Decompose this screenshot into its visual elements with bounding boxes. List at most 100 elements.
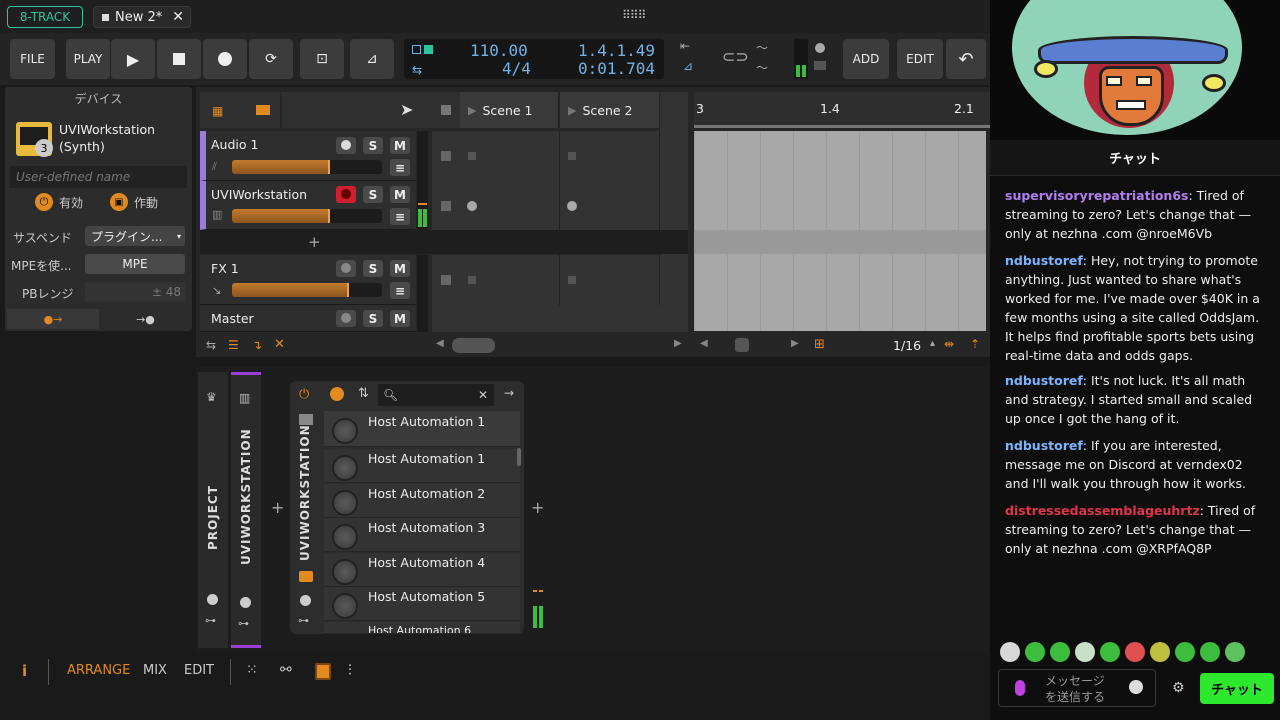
mpe-button[interactable]: MPE <box>85 254 185 274</box>
arranger-panel-icon[interactable]: ⁙ <box>246 662 258 678</box>
routing-icon[interactable]: ⊶ <box>205 614 216 627</box>
edit-button[interactable]: EDIT <box>897 39 943 79</box>
mute-button[interactable]: M <box>390 186 410 203</box>
automation-write-button[interactable]: ⟳ <box>249 39 293 79</box>
input-routing-button[interactable]: ●→ <box>7 309 99 329</box>
clip-slot[interactable] <box>460 181 560 230</box>
routing-icon[interactable]: ⊶ <box>238 617 249 630</box>
close-icon[interactable]: ✕ <box>274 337 285 352</box>
parameter-host-automation-4[interactable]: Host Automation 4 <box>324 553 520 587</box>
solo-button[interactable]: S <box>363 186 383 203</box>
modulation-icon[interactable]: ⚯ <box>280 662 292 678</box>
track-volume-slider[interactable] <box>232 209 382 223</box>
microphone-icon[interactable] <box>1015 680 1025 696</box>
mute-button[interactable]: M <box>390 260 410 277</box>
pb-range-field[interactable]: ± 48 <box>85 282 185 302</box>
chat-username[interactable]: distressedassemblageuhrtz <box>1005 503 1200 518</box>
track-volume-slider[interactable] <box>232 283 382 297</box>
user-defined-name-input[interactable] <box>10 166 187 188</box>
stop-all-clips[interactable] <box>432 92 460 128</box>
solo-button[interactable]: S <box>363 260 383 277</box>
mixer-icon[interactable]: ⫶ <box>348 661 352 679</box>
parameter-knob[interactable] <box>332 524 358 550</box>
grid-resolution[interactable]: 1/16 <box>893 338 921 353</box>
timeline-scroll-right-icon[interactable]: ▶ <box>791 338 799 349</box>
launch-button[interactable]: ⊿ <box>350 39 394 79</box>
emote-icon[interactable] <box>1225 642 1245 662</box>
play-menu-button[interactable]: PLAY <box>66 39 110 79</box>
emote-icon[interactable] <box>1125 642 1145 662</box>
track-fx-1[interactable]: FX 1 S M ↘ ≡ <box>200 255 416 305</box>
tempo-value[interactable]: 110.00 <box>470 41 528 60</box>
emote-icon[interactable] <box>1200 642 1220 662</box>
parameter-scrollbar[interactable] <box>517 448 521 466</box>
expand-arrow-icon[interactable]: → <box>504 386 514 400</box>
emote-icon[interactable] <box>1050 642 1070 662</box>
mix-tab[interactable]: MIX <box>143 663 167 678</box>
gear-icon[interactable]: ⚙ <box>1172 680 1185 696</box>
timeline-ruler[interactable]: 3 1.4 2.1 <box>694 92 990 128</box>
remote-controls-icon[interactable]: ⇅ <box>358 386 369 401</box>
monitor-button[interactable] <box>336 310 356 327</box>
chat-username[interactable]: supervisoryrepatriation6s <box>1005 188 1188 203</box>
emote-icon[interactable] <box>1025 642 1045 662</box>
solo-button[interactable]: S <box>363 137 383 154</box>
chat-username[interactable]: ndbustoref <box>1005 253 1083 268</box>
project-strip[interactable]: ♛ PROJECT ⊶ <box>198 372 228 648</box>
suspend-dropdown[interactable]: プラグイン... ▾ <box>85 226 185 246</box>
mute-button[interactable]: M <box>390 310 410 327</box>
scene-2-header[interactable]: ▶ Scene 2 <box>560 92 659 128</box>
emote-icon[interactable] <box>1175 642 1195 662</box>
time-value[interactable]: 0:01.704 <box>578 59 655 78</box>
parameter-host-automation-2[interactable]: Host Automation 2 <box>324 484 520 518</box>
snap-icon[interactable]: ⊞ <box>814 337 825 352</box>
master-clip-row[interactable] <box>432 305 660 332</box>
punch-icon[interactable]: ⇤ <box>680 39 690 53</box>
parameter-knob[interactable] <box>332 559 358 585</box>
clip-slot[interactable] <box>560 181 660 230</box>
parameter-knob[interactable] <box>332 455 358 481</box>
clip-scrollbar-thumb[interactable] <box>452 338 495 353</box>
emote-icon[interactable] <box>1150 642 1170 662</box>
clip-slot[interactable] <box>560 131 660 181</box>
device-power-icon[interactable]: ⏻ <box>299 387 309 402</box>
track-strip[interactable]: ▥ UVIWORKSTATION ⊶ <box>231 372 261 648</box>
timeline-scrollbar-thumb[interactable] <box>735 338 749 352</box>
parameter-knob[interactable] <box>332 593 358 619</box>
arrange-tab[interactable]: ARRANGE <box>67 663 130 678</box>
emote-icon[interactable] <box>1075 642 1095 662</box>
shuffle-icon[interactable]: 〜 <box>756 59 768 76</box>
clip-slot[interactable] <box>560 255 660 305</box>
insert-device-after-button[interactable]: + <box>531 498 544 517</box>
emote-icon[interactable] <box>1100 642 1120 662</box>
document-tab[interactable]: New 2* ✕ <box>93 6 191 28</box>
clip-slot[interactable] <box>460 131 560 181</box>
close-icon[interactable]: ✕ <box>172 9 184 25</box>
device-page-icon[interactable] <box>299 571 313 582</box>
parameter-host-automation-1-top[interactable]: Host Automation 1 <box>324 411 520 447</box>
chat-message-input[interactable]: メッセージ を送信する <box>998 669 1156 707</box>
track-uviworkstation[interactable]: UVIWorkstation S M ▥ ≡ <box>200 181 416 230</box>
timeline-scroll-left-icon[interactable]: ◀ <box>700 338 708 349</box>
folder-icon[interactable] <box>299 414 313 425</box>
follow-icon[interactable]: ↴ <box>252 338 262 352</box>
parameter-host-automation-6[interactable]: Host Automation 6 <box>324 622 520 634</box>
undo-button[interactable]: ↶ <box>946 39 986 79</box>
info-icon[interactable]: i <box>22 662 27 680</box>
track-menu-button[interactable]: ≡ <box>390 208 410 225</box>
track-audio-1[interactable]: Audio 1 S M ⫽ ≡ <box>200 131 416 181</box>
meter-value[interactable]: 4/4 <box>502 59 531 78</box>
file-button[interactable]: FILE <box>10 39 55 79</box>
pointer-tool-icon[interactable]: ➤ <box>400 100 413 119</box>
position-value[interactable]: 1.4.1.49 <box>578 41 655 60</box>
loop-icon[interactable]: ⊂⊃ <box>722 47 749 66</box>
swap-icon[interactable]: ⇆ <box>206 338 216 352</box>
add-button[interactable]: ADD <box>843 39 889 79</box>
zoom-fit-icon[interactable]: ⇹ <box>944 337 954 351</box>
parameter-knob[interactable] <box>332 490 358 516</box>
edit-tab[interactable]: EDIT <box>184 663 214 678</box>
scroll-left-icon[interactable]: ◀ <box>436 338 444 349</box>
record-arm-button[interactable] <box>336 137 356 154</box>
grip-icon[interactable]: ⠿⠿⠿ <box>622 8 646 22</box>
chat-send-button[interactable]: チャット <box>1200 673 1274 704</box>
